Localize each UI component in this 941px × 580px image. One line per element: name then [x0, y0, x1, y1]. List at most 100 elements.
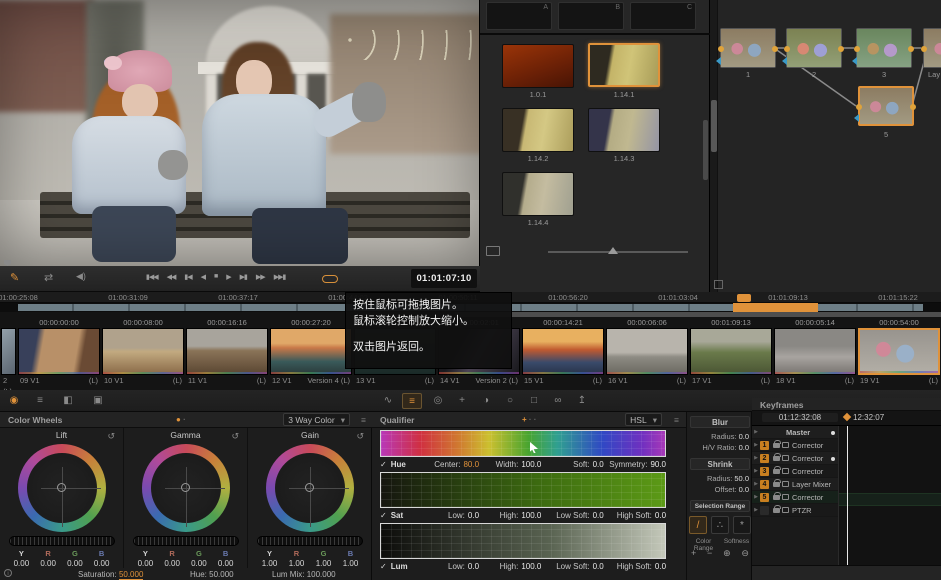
gallery-still[interactable] — [588, 108, 660, 152]
lock-icon[interactable] — [773, 443, 780, 448]
playhead-marker[interactable] — [737, 294, 751, 302]
shrink-radius-field[interactable]: Radius:50.0 — [687, 474, 749, 483]
hue-center-field[interactable]: Center:80.0 — [417, 460, 479, 469]
keyframe-marker[interactable] — [831, 431, 835, 435]
edit-tool-icon[interactable]: ✎ — [10, 271, 19, 284]
kf-row-corrector-5[interactable]: ▶5Corrector — [752, 491, 838, 504]
page-dots[interactable]: + · · — [522, 415, 536, 424]
enable-icon[interactable] — [782, 481, 789, 487]
softness-subtract-icon[interactable]: ⊖ — [741, 548, 749, 559]
gallery-still[interactable] — [502, 108, 574, 152]
node-key-input[interactable] — [716, 57, 721, 65]
hue-range-bar[interactable] — [380, 430, 666, 457]
gamma-color-wheel[interactable] — [142, 444, 230, 532]
hue-checkbox[interactable]: ✓ — [380, 460, 387, 469]
primaries-bars-icon[interactable]: ≡ — [30, 393, 50, 409]
enable-icon[interactable] — [782, 468, 789, 474]
enable-icon[interactable] — [782, 442, 789, 448]
kf-row-corrector-3[interactable]: ▶3Corrector — [752, 465, 838, 478]
gallery-memory-slot-a[interactable]: A — [486, 2, 552, 30]
node-1[interactable] — [720, 28, 776, 68]
keyframes-timeline[interactable] — [838, 426, 941, 565]
tracker-icon[interactable]: + — [452, 393, 472, 409]
node-3[interactable] — [856, 28, 912, 68]
keyframe-marker[interactable] — [831, 457, 835, 461]
blur-icon[interactable]: ◑ — [476, 393, 496, 409]
saturation-field[interactable]: Saturation: 50.000 — [78, 570, 143, 579]
gain-master-wheel[interactable] — [257, 536, 363, 546]
wand-picker-icon[interactable]: * — [733, 516, 751, 534]
fast-forward-button[interactable]: ▶▶ — [256, 273, 265, 281]
lift-master-wheel[interactable] — [9, 536, 115, 546]
node-key-input[interactable] — [854, 114, 859, 122]
stop-button[interactable]: ■ — [214, 273, 217, 281]
video-viewer[interactable] — [0, 0, 480, 266]
sat-checkbox[interactable]: ✓ — [380, 511, 387, 520]
sat-highsoft-field[interactable]: High Soft:0.0 — [604, 511, 666, 520]
camera-raw-icon[interactable]: ▣ — [88, 393, 108, 409]
softness-add-icon[interactable]: ⊕ — [723, 548, 731, 559]
shrink-offset-field[interactable]: Offset:0.0 — [687, 485, 749, 494]
clip-partial[interactable]: 2 (L) — [0, 317, 17, 390]
node-graph-close-icon[interactable] — [714, 280, 723, 289]
node-graph-scrollbar[interactable] — [710, 0, 718, 292]
skip-start-button[interactable]: ▮◀◀ — [146, 273, 158, 281]
node-input-port[interactable] — [854, 46, 860, 52]
power-window-icon[interactable]: ◎ — [428, 393, 448, 409]
wheels-mode-dropdown[interactable]: 3 Way Color▾ — [283, 413, 350, 426]
node-output-port[interactable] — [910, 104, 916, 110]
node-output-port[interactable] — [838, 46, 844, 52]
clip-18[interactable]: 00:00:05:1418 V1(L) — [773, 317, 857, 390]
step-forward-button[interactable]: ▶▮ — [240, 273, 247, 281]
lift-color-wheel[interactable] — [18, 444, 106, 532]
node-2[interactable] — [786, 28, 842, 68]
sat-low-field[interactable]: Low:0.0 — [417, 511, 479, 520]
node-output-port[interactable] — [772, 46, 778, 52]
panel-menu-icon[interactable]: ≡ — [674, 415, 679, 425]
node-input-port[interactable] — [784, 46, 790, 52]
enable-icon[interactable] — [782, 494, 789, 500]
step-back-button[interactable]: ▮◀ — [184, 273, 191, 281]
wheel-puck[interactable] — [57, 483, 66, 492]
reset-icon[interactable]: ↺ — [107, 429, 115, 444]
wheel-puck[interactable] — [305, 483, 314, 492]
node-key-input[interactable] — [852, 57, 857, 65]
kf-row-layer-mixer[interactable]: ▶4Layer Mixer — [752, 478, 838, 491]
info-icon[interactable]: i — [4, 569, 12, 577]
kf-row-ptzr[interactable]: ▶PTZR — [752, 504, 838, 517]
keyframes-footer-scrollbar[interactable] — [752, 565, 941, 580]
play-reverse-button[interactable]: ◀ — [201, 273, 205, 281]
key-icon[interactable]: ○ — [500, 393, 520, 409]
lock-icon[interactable] — [773, 456, 780, 461]
sat-range-bar[interactable] — [380, 472, 666, 508]
lum-highsoft-field[interactable]: High Soft:0.0 — [604, 562, 666, 571]
node-5-selected[interactable] — [858, 86, 914, 126]
lum-low-field[interactable]: Low:0.0 — [417, 562, 479, 571]
eyedropper-icon[interactable]: / — [689, 516, 707, 534]
reset-icon[interactable]: ↺ — [231, 429, 239, 444]
play-button[interactable]: ▶ — [226, 273, 230, 281]
lum-lowsoft-field[interactable]: Low Soft:0.0 — [541, 562, 603, 571]
gain-color-wheel[interactable] — [266, 444, 354, 532]
node-input-port[interactable] — [718, 46, 724, 52]
sat-lowsoft-field[interactable]: Low Soft:0.0 — [541, 511, 603, 520]
motion-effects-icon[interactable]: ↥ — [572, 393, 592, 409]
marker-tag-icon[interactable] — [4, 260, 11, 266]
clip-16[interactable]: 00:00:06:0616 V1(L) — [605, 317, 689, 390]
range-add-icon[interactable]: + — [691, 548, 696, 559]
qualifier-mode-dropdown[interactable]: HSL▾ — [625, 413, 662, 426]
sat-high-field[interactable]: High:100.0 — [479, 511, 541, 520]
rgb-mixer-icon[interactable]: ◧ — [58, 393, 78, 409]
hue-field[interactable]: Hue: 50.000 — [190, 570, 234, 579]
skip-end-button[interactable]: ▶▶▮ — [274, 273, 286, 281]
node-input-port[interactable] — [921, 46, 927, 52]
hue-soft-field[interactable]: Soft:0.0 — [541, 460, 603, 469]
fast-rewind-button[interactable]: ◀◀ — [167, 273, 176, 281]
reset-icon[interactable]: ↺ — [356, 429, 364, 444]
node-scroll-thumb[interactable] — [711, 100, 717, 152]
loop-button[interactable] — [322, 275, 338, 283]
node-layer-mixer[interactable] — [923, 28, 941, 68]
node-key-input[interactable] — [782, 57, 787, 65]
node-input-port[interactable] — [856, 104, 862, 110]
qualifier-icon[interactable]: ≡ — [402, 393, 422, 409]
